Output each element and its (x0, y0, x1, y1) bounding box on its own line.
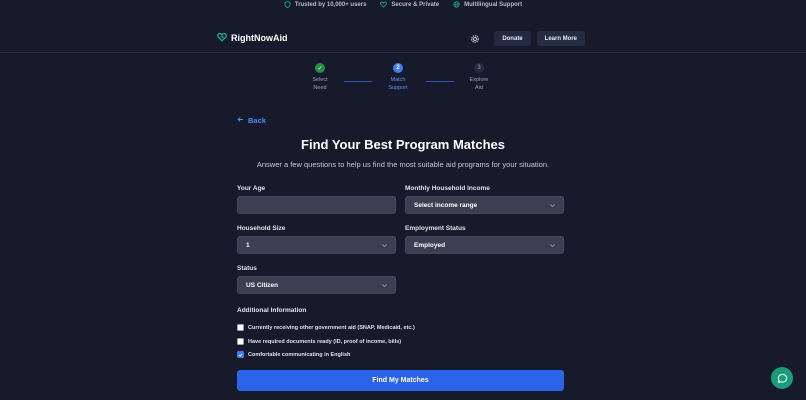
step-label: Explore (469, 77, 489, 83)
household-select-value: 1 (246, 241, 250, 249)
heart-icon (217, 32, 227, 44)
step-label: Select (312, 77, 328, 83)
checkbox-row-english[interactable]: Comfortable communicating in English (237, 351, 350, 358)
chevron-down-icon (549, 202, 556, 209)
globe-icon (453, 1, 460, 8)
learn-more-button[interactable]: Learn More (536, 31, 585, 46)
step-label: Aid (475, 85, 483, 91)
income-select-value: Select income range (414, 201, 478, 209)
step-select-need: ✓ Select Need (300, 63, 340, 92)
trust-item-secure: Secure & Private (380, 1, 439, 8)
chat-button[interactable] (771, 367, 793, 389)
back-label: Back (248, 116, 266, 125)
brand-name: RightNowAid (231, 33, 288, 43)
trust-label: Multilingual Support (464, 1, 523, 8)
step-explore-aid: 3 Explore Aid (459, 63, 499, 92)
income-select[interactable]: Select income range (405, 196, 564, 214)
donate-button[interactable]: Donate (494, 31, 531, 46)
step-number: 3 (474, 63, 484, 73)
step-number: 2 (393, 63, 403, 73)
checkbox-checked[interactable] (237, 351, 244, 358)
trust-item-users: Trusted by 10,000+ users (284, 1, 367, 8)
progress-stepper: ✓ Select Need 2 Match Support 3 Explore Aid (0, 63, 806, 95)
chat-bubble-icon (777, 373, 788, 384)
checkbox-row-documents[interactable]: Have required documents ready (ID, proof… (237, 338, 401, 345)
trust-bar: Trusted by 10,000+ users Secure & Privat… (0, 0, 806, 9)
employment-select-value: Employed (414, 241, 446, 249)
employment-select[interactable]: Employed (405, 236, 564, 254)
household-label: Household Size (237, 225, 286, 232)
checkbox-row-gov-aid[interactable]: Currently receiving other government aid… (237, 324, 415, 331)
status-label: Status (237, 265, 257, 272)
checkbox-label: Comfortable communicating in English (248, 351, 351, 358)
shield-icon (284, 1, 291, 8)
site-header: RightNowAid Donate Learn More (0, 25, 806, 53)
age-input[interactable] (237, 196, 396, 214)
step-match-support: 2 Match Support (378, 63, 418, 92)
checkbox-label: Currently receiving other government aid… (248, 324, 415, 331)
step-check-icon: ✓ (315, 63, 325, 73)
trust-item-multilingual: Multilingual Support (453, 1, 522, 8)
trust-label: Trusted by 10,000+ users (294, 1, 367, 8)
chevron-down-icon (549, 242, 556, 249)
step-connector (426, 81, 454, 82)
trust-label: Secure & Private (391, 1, 440, 8)
age-label: Your Age (237, 185, 266, 192)
back-link[interactable]: Back (237, 116, 266, 125)
step-label: Match (390, 77, 406, 83)
gear-icon[interactable] (470, 34, 480, 44)
step-label: Need (313, 85, 327, 91)
employment-label: Employment Status (405, 225, 466, 232)
income-label: Monthly Household Income (405, 185, 490, 192)
heart-shield-icon (380, 1, 388, 8)
find-matches-button[interactable]: Find My Matches (237, 370, 564, 391)
checkbox[interactable] (237, 324, 244, 331)
household-select[interactable]: 1 (237, 236, 396, 254)
brand-logo[interactable]: RightNowAid (217, 32, 288, 44)
checkbox-label: Have required documents ready (ID, proof… (248, 338, 402, 345)
step-label: Support (388, 85, 408, 91)
page-title: Find Your Best Program Matches (301, 137, 505, 152)
arrow-left-icon (237, 116, 244, 125)
status-select[interactable]: US Citizen (237, 276, 396, 294)
chevron-down-icon (381, 242, 388, 249)
additional-info-heading: Additional Information (237, 307, 307, 314)
status-select-value: US Citizen (246, 281, 279, 289)
step-connector (344, 81, 372, 82)
checkbox[interactable] (237, 338, 244, 345)
page-subtitle: Answer a few questions to help us find t… (256, 160, 550, 169)
chevron-down-icon (381, 282, 388, 289)
